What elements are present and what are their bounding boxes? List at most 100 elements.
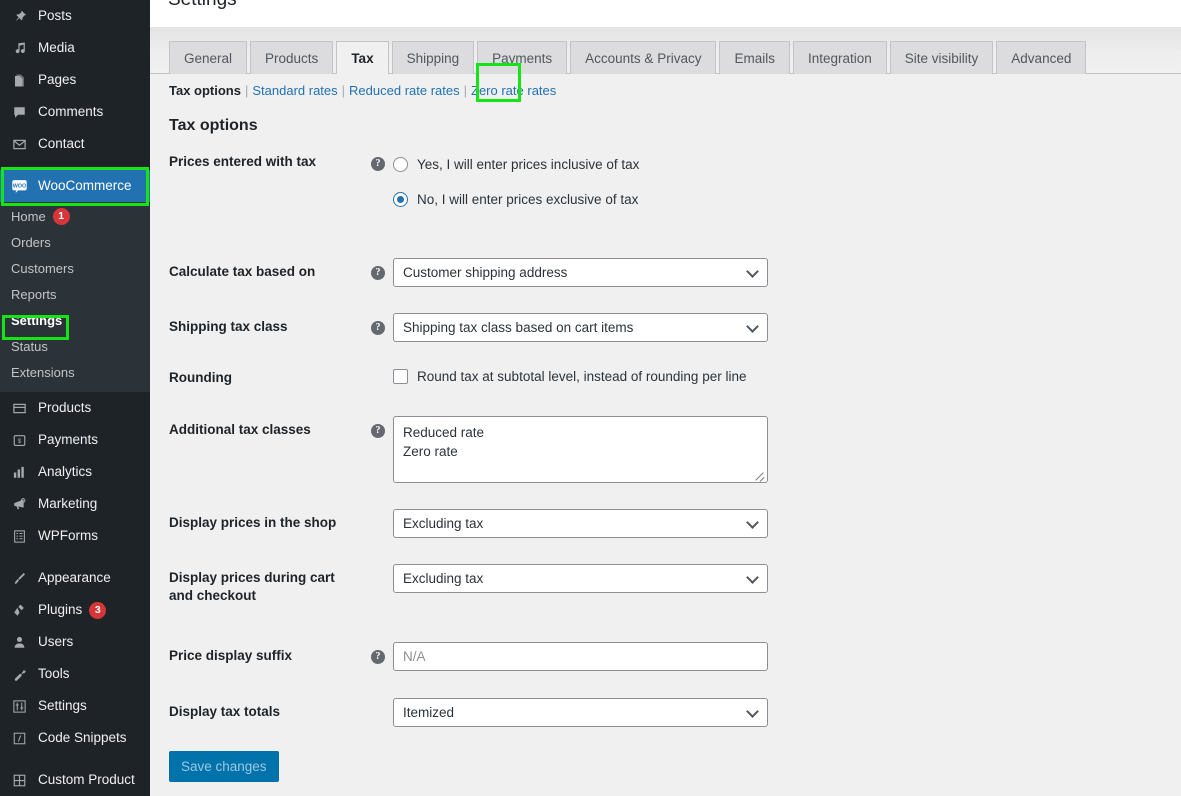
- submenu-item-label: Home: [11, 208, 46, 224]
- chevron-down-icon: [746, 704, 759, 718]
- sidebar-divider: [0, 552, 150, 562]
- help-icon[interactable]: ?: [371, 157, 385, 171]
- field-rounding: Rounding Round tax at subtotal level, in…: [150, 369, 1181, 387]
- tab-accounts-privacy[interactable]: Accounts & Privacy: [570, 41, 717, 74]
- sidebar-item-settings[interactable]: Settings: [0, 690, 150, 722]
- radio-exclusive-icon[interactable]: [393, 191, 408, 207]
- sidebar-item-label: Appearance: [38, 570, 111, 586]
- woocommerce-submenu: Home 1 Orders Customers Reports Settings Statu…: [0, 202, 150, 392]
- sidebar-item-wpforms[interactable]: WPForms: [0, 520, 150, 552]
- sidebar-item-contact[interactable]: Contact: [0, 128, 150, 160]
- sidebar-item-custom-product[interactable]: Custom Product: [0, 764, 150, 796]
- sidebar-item-label: Comments: [38, 104, 104, 120]
- tab-integration[interactable]: Integration: [792, 41, 887, 74]
- sidebar-item-posts[interactable]: Posts: [0, 0, 150, 32]
- sidebar-item-products[interactable]: Products: [0, 392, 150, 424]
- sidebar-item-media[interactable]: Media: [0, 32, 150, 64]
- help-icon[interactable]: ?: [371, 320, 385, 335]
- tax-options-form: Prices entered with tax ? Yes, I will en…: [150, 153, 1181, 782]
- tab-label: Emails: [734, 50, 775, 66]
- page-title: Settings: [168, 0, 237, 15]
- field-label: Display prices during cart and checkout: [169, 570, 335, 603]
- sidebar-item-tools[interactable]: Tools: [0, 658, 150, 690]
- woo-icon: WOO: [9, 176, 30, 196]
- submenu-item-label: Customers: [11, 260, 74, 276]
- sidebar-divider: [0, 160, 150, 170]
- svg-text:$: $: [18, 438, 22, 445]
- textarea-additional-tax-classes[interactable]: Reduced rate Zero rate: [393, 416, 768, 483]
- select-calculate-tax-based-on[interactable]: Customer shipping address: [393, 258, 768, 287]
- submenu-item-home[interactable]: Home 1: [0, 203, 150, 229]
- help-icon[interactable]: ?: [371, 649, 385, 664]
- tab-shipping[interactable]: Shipping: [391, 41, 475, 74]
- tab-emails[interactable]: Emails: [719, 41, 790, 74]
- products-icon: [9, 398, 30, 418]
- sidebar-item-woocommerce[interactable]: WOO WooCommerce: [0, 170, 150, 202]
- help-icon[interactable]: ?: [371, 423, 385, 438]
- tab-tax[interactable]: Tax: [336, 41, 389, 74]
- radio-inclusive-icon[interactable]: [393, 156, 408, 172]
- chevron-down-icon: [746, 264, 759, 278]
- checkbox-rounding[interactable]: Round tax at subtotal level, instead of …: [393, 369, 746, 384]
- submenu-item-label: Extensions: [11, 364, 75, 380]
- sidebar-item-comments[interactable]: Comments: [0, 96, 150, 128]
- submenu-item-customers[interactable]: Customers: [0, 255, 150, 281]
- select-display-prices-shop[interactable]: Excluding tax: [393, 509, 768, 538]
- subnav: Tax options | Standard rates | Reduced rate …: [150, 74, 1181, 98]
- submenu-item-orders[interactable]: Orders: [0, 229, 150, 255]
- select-shipping-tax-class[interactable]: Shipping tax class based on cart items: [393, 313, 768, 342]
- sidebar-item-label: Pages: [38, 72, 77, 88]
- submenu-item-label: Status: [11, 338, 48, 354]
- select-display-prices-cart[interactable]: Excluding tax: [393, 564, 768, 593]
- checkbox-label: Round tax at subtotal level, instead of …: [417, 369, 747, 384]
- select-display-tax-totals[interactable]: Itemized: [393, 698, 768, 727]
- subnav-link-reduced-rate-rates[interactable]: Reduced rate rates: [349, 83, 460, 98]
- sidebar-item-label: Posts: [38, 8, 72, 24]
- save-changes-button[interactable]: Save changes: [169, 751, 279, 782]
- sidebar-item-label: Analytics: [38, 464, 93, 480]
- submenu-item-status[interactable]: Status: [0, 333, 150, 359]
- sidebar-item-users[interactable]: Users: [0, 626, 150, 658]
- megaphone-icon: [9, 494, 30, 514]
- sidebar-item-label: Media: [38, 40, 75, 56]
- submenu-item-extensions[interactable]: Extensions: [0, 359, 150, 385]
- main-content: Settings General Products Tax Shipping Payme…: [150, 0, 1181, 796]
- tab-advanced[interactable]: Advanced: [996, 41, 1087, 74]
- sidebar-item-label: WooCommerce: [38, 178, 132, 194]
- submenu-item-label: Reports: [11, 286, 57, 302]
- submenu-item-badge: 1: [52, 207, 70, 225]
- tab-site-visibility[interactable]: Site visibility: [889, 41, 994, 74]
- tab-products[interactable]: Products: [250, 41, 334, 74]
- sidebar-item-appearance[interactable]: Appearance: [0, 562, 150, 594]
- sidebar-item-analytics[interactable]: Analytics: [0, 456, 150, 488]
- field-display-prices-shop: Display prices in the shop Excluding tax: [150, 509, 1181, 538]
- resize-handle-icon[interactable]: [754, 469, 765, 480]
- tab-payments[interactable]: Payments: [477, 41, 568, 74]
- radio-option-inclusive[interactable]: Yes, I will enter prices inclusive of ta…: [393, 153, 639, 175]
- help-icon[interactable]: ?: [371, 265, 385, 280]
- sidebar-item-pages[interactable]: Pages: [0, 64, 150, 96]
- tab-label: Tax: [351, 50, 374, 66]
- input-price-display-suffix[interactable]: N/A: [393, 642, 768, 671]
- field-display-prices-cart: Display prices during cart and checkout …: [150, 564, 1181, 605]
- subnav-current: Tax options: [169, 83, 241, 98]
- field-display-tax-totals: Display tax totals Itemized: [150, 698, 1181, 727]
- checkbox-rounding-icon[interactable]: [393, 369, 408, 384]
- bar-chart-icon: [9, 462, 30, 482]
- subnav-link-zero-rate-rates[interactable]: Zero rate rates: [471, 83, 556, 98]
- sidebar-item-plugins[interactable]: Plugins 3: [0, 594, 150, 626]
- grid-icon: [9, 770, 30, 790]
- submenu-item-settings[interactable]: Settings: [0, 307, 150, 333]
- radio-option-exclusive[interactable]: No, I will enter prices exclusive of tax: [393, 188, 639, 210]
- field-label: Additional tax classes: [169, 422, 311, 437]
- sidebar-item-label: Plugins: [38, 602, 83, 618]
- user-icon: [9, 632, 30, 652]
- tab-general[interactable]: General: [169, 41, 248, 74]
- paintbrush-icon: [9, 568, 30, 588]
- subnav-link-standard-rates[interactable]: Standard rates: [252, 83, 337, 98]
- sidebar-item-label: Custom Product: [38, 772, 135, 788]
- sidebar-item-code-snippets[interactable]: Code Snippets: [0, 722, 150, 754]
- submenu-item-reports[interactable]: Reports: [0, 281, 150, 307]
- sidebar-item-payments[interactable]: $ Payments: [0, 424, 150, 456]
- sidebar-item-marketing[interactable]: Marketing: [0, 488, 150, 520]
